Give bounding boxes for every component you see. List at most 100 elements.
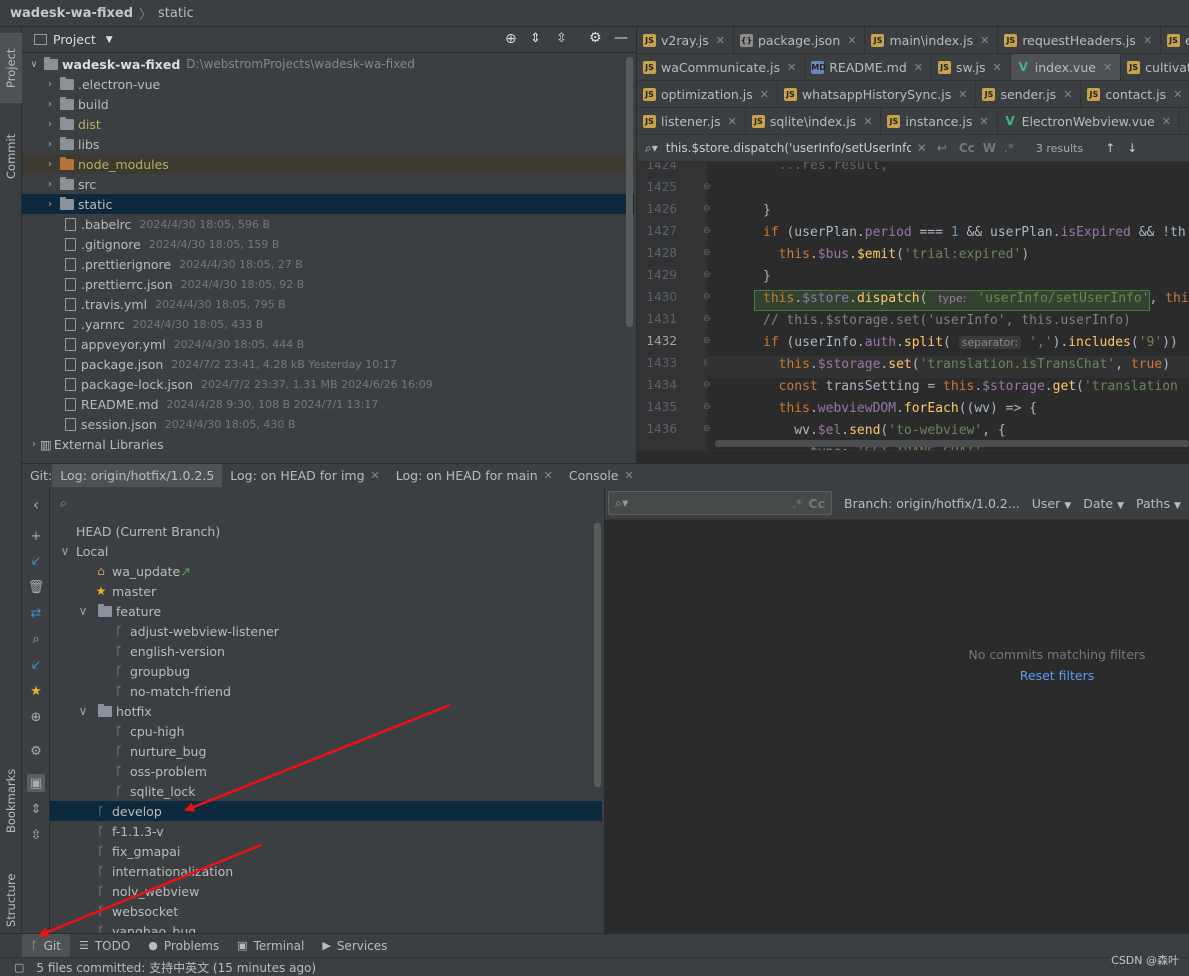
locate-icon[interactable]: ⊕ [505, 31, 517, 47]
match-case-toggle[interactable]: Cc [808, 496, 825, 511]
gear-icon[interactable]: ⚙ [27, 742, 45, 760]
close-icon[interactable]: ✕ [1173, 88, 1182, 101]
code-area[interactable]: 1424 1425 ⊖ 1426 ⊖ 1427 ⊖ 1428 ⊖ 1429 ⊖ 1430 ⊖ 1431 ⊖ 1… [637, 162, 1189, 450]
next-occurrence-icon[interactable]: ↓ [1127, 141, 1137, 155]
editor-tab[interactable]: JS whatsappHistorySync.js ✕ [778, 81, 977, 107]
chevron-right-icon[interactable]: › [28, 439, 40, 450]
fold-marker-icon[interactable]: ⊖ [703, 380, 711, 390]
chevron-down-icon[interactable]: ∨ [28, 59, 40, 70]
find-input[interactable]: this.$store.dispatch('userInfo/setUserIn… [666, 141, 911, 155]
editor-tab[interactable]: JS requestHeaders.js ✕ [998, 27, 1162, 53]
file-row[interactable]: appveyor.yml 2024/4/30 18:05, 444 B [22, 334, 634, 354]
search-icon[interactable]: ⌕▾ [645, 141, 658, 156]
file-row[interactable]: .prettierrc.json 2024/4/30 18:05, 92 B [22, 274, 634, 294]
horizontal-scrollbar[interactable] [715, 440, 1189, 447]
folder-row[interactable]: › .electron-vue [22, 74, 634, 94]
branch-row[interactable]: ∨ hotfix [50, 701, 602, 721]
editor-tab[interactable]: Vindex.vue ✕ [1010, 54, 1122, 80]
branch-row[interactable]: ᚴ f-1.1.3-v [50, 821, 602, 841]
file-row[interactable]: package.json 2024/7/2 23:41, 4.28 kB Yest… [22, 354, 634, 374]
fold-marker-icon[interactable]: ⊖ [703, 402, 711, 412]
file-row[interactable]: README.md 2024/4/28 9:30, 108 B 2024/7/1 … [22, 394, 634, 414]
structure-tool-tab[interactable]: Structure [0, 855, 22, 945]
close-icon[interactable]: ✕ [958, 88, 967, 101]
tool-terminal[interactable]: ▣ Terminal [228, 934, 313, 958]
update-icon[interactable]: ↙ [27, 552, 45, 570]
editor-tab[interactable]: JS listener.js ✕ [637, 108, 746, 134]
new-branch-icon[interactable]: + [27, 527, 45, 545]
branch-row[interactable]: ∨ feature [50, 601, 602, 621]
close-icon[interactable]: ✕ [728, 115, 737, 128]
chevron-left-icon[interactable]: ‹ [27, 495, 45, 514]
compare-icon[interactable]: ⇄ [27, 604, 45, 622]
expand-all-icon[interactable]: ⇕ [27, 800, 45, 818]
branch-row[interactable]: ⌂ wa_update ↗ [50, 561, 602, 581]
file-row[interactable]: package-lock.json 2024/7/2 23:37, 1.31 MB… [22, 374, 634, 394]
editor-tab[interactable]: JS contact.js ✕ [1081, 81, 1189, 107]
fold-marker-icon[interactable]: ⊖ [703, 336, 711, 346]
chevron-right-icon[interactable]: › [44, 119, 56, 130]
expand-all-icon[interactable]: ⇕ [530, 31, 541, 46]
close-icon[interactable]: ✕ [847, 34, 856, 47]
folder-row[interactable]: › dist [22, 114, 634, 134]
branch-filter[interactable]: Branch: origin/hotfix/1.0.2... [844, 496, 1020, 511]
collapse-all-icon[interactable]: ⇳ [556, 31, 567, 46]
whole-word-toggle[interactable]: W [983, 141, 996, 155]
editor-tab[interactable]: MD README.md ✕ [805, 54, 932, 80]
close-icon[interactable]: ✕ [716, 34, 725, 47]
branch-row[interactable]: ᚴ groupbug [50, 661, 602, 681]
match-case-toggle[interactable]: Cc [959, 141, 975, 155]
chevron-right-icon[interactable]: › [44, 99, 56, 110]
close-icon[interactable]: ✕ [760, 88, 769, 101]
close-icon[interactable]: ✕ [371, 469, 380, 482]
tool-todo[interactable]: ☰ TODO [70, 934, 139, 958]
fold-marker-icon[interactable]: ⊖ [703, 204, 711, 214]
expand-icon[interactable]: ⊕ [27, 708, 45, 726]
folder-row[interactable]: › node_modules [22, 154, 634, 174]
branch-row[interactable]: ★ master [50, 581, 602, 601]
branch-row[interactable]: HEAD (Current Branch) [50, 521, 602, 541]
new-line-icon[interactable]: ↩ [937, 141, 947, 155]
branch-row[interactable]: ᚴ sqlite_lock [50, 781, 602, 801]
regex-toggle[interactable]: .* [792, 496, 802, 511]
paths-filter[interactable]: Paths ▼ [1136, 496, 1181, 511]
commit-tool-tab[interactable]: Commit [0, 111, 22, 201]
chevron-right-icon[interactable]: › [44, 159, 56, 170]
fold-marker-icon[interactable]: ⊖ [703, 270, 711, 280]
branch-row[interactable]: ᚴ cpu-high [50, 721, 602, 741]
close-icon[interactable]: ✕ [914, 61, 923, 74]
external-libraries[interactable]: › ▥ External Libraries [22, 434, 634, 454]
log-text-filter[interactable]: ⌕▾ .* Cc [608, 491, 832, 515]
regex-toggle[interactable]: .* [1004, 141, 1014, 155]
branch-row[interactable]: ᚴ adjust-webview-listener [50, 621, 602, 641]
breadcrumb-project[interactable]: wadesk-wa-fixed [10, 6, 133, 21]
close-icon[interactable]: ✕ [787, 61, 796, 74]
editor-tab[interactable]: JSexpr✕ [1161, 27, 1189, 53]
reset-filters-link[interactable]: Reset filters [605, 668, 1189, 683]
branch-row[interactable]: ᚴ develop [50, 801, 602, 821]
project-tool-tab[interactable]: Project [0, 33, 22, 103]
folder-row[interactable]: › src [22, 174, 634, 194]
folder-row[interactable]: › static [22, 194, 634, 214]
close-icon[interactable]: ✕ [979, 115, 988, 128]
branch-row[interactable]: ᚴ fix_gmapai [50, 841, 602, 861]
group-by-directory-icon[interactable]: ▣ [27, 774, 45, 792]
file-row[interactable]: .prettierignore 2024/4/30 18:05, 27 B [22, 254, 634, 274]
fetch-icon[interactable]: ↙ [27, 656, 45, 674]
editor-tab[interactable]: JS optimization.js ✕ [637, 81, 778, 107]
editor-tab[interactable]: JS sqlite\index.js ✕ [746, 108, 882, 134]
file-row[interactable]: .babelrc 2024/4/30 18:05, 596 B [22, 214, 634, 234]
chevron-down-icon[interactable]: ▼ [106, 35, 113, 45]
collapse-all-icon[interactable]: ⇳ [27, 826, 45, 844]
folder-row[interactable]: › libs [22, 134, 634, 154]
editor-tab[interactable]: JS sw.js ✕ [932, 54, 1011, 80]
branch-row[interactable]: ᚴ english-version [50, 641, 602, 661]
project-scrollbar[interactable] [626, 57, 633, 327]
previous-occurrence-icon[interactable]: ↑ [1105, 141, 1115, 155]
file-row[interactable]: .yarnrc 2024/4/30 18:05, 433 B [22, 314, 634, 334]
layout-icon[interactable]: ▢ [14, 961, 24, 974]
close-icon[interactable]: ✕ [625, 469, 634, 482]
delete-icon[interactable]: 🗑 [27, 578, 45, 596]
branch-scrollbar[interactable] [594, 523, 601, 787]
bookmarks-tool-tab[interactable]: Bookmarks [0, 751, 22, 851]
